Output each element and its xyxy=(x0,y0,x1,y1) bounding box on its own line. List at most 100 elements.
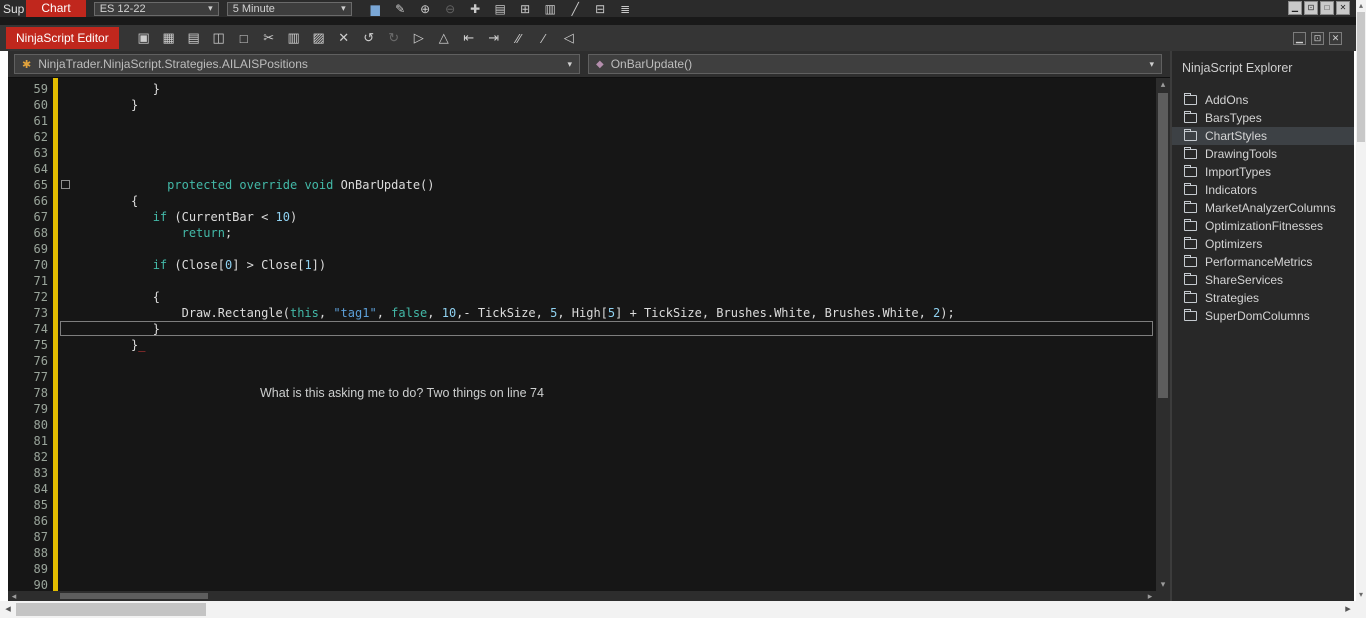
line-number[interactable]: 77 xyxy=(8,369,48,385)
code-line-64[interactable]: 64 xyxy=(8,161,1156,177)
scroll-down-icon[interactable]: ▾ xyxy=(1156,578,1170,591)
editor-minimize-button[interactable]: ▁ xyxy=(1293,31,1306,45)
scroll-up-icon[interactable]: ▴ xyxy=(1356,0,1366,12)
explorer-item-optimizationfitnesses[interactable]: OptimizationFitnesses xyxy=(1172,217,1354,235)
line-number[interactable]: 59 xyxy=(8,81,48,97)
code-line-72[interactable]: 72 { xyxy=(8,289,1156,305)
editor-close-button[interactable]: ✕ xyxy=(1329,31,1342,45)
code-line-76[interactable]: 76 xyxy=(8,353,1156,369)
line-number[interactable]: 66 xyxy=(8,193,48,209)
background-window-tab[interactable]: Sup xyxy=(0,2,26,16)
line-number[interactable]: 72 xyxy=(8,289,48,305)
window-restore-button[interactable]: ⊡ xyxy=(1304,1,1318,15)
code-line-65[interactable]: 65 protected override void OnBarUpdate() xyxy=(8,177,1156,193)
editor-vertical-scrollbar[interactable]: ▴ ▾ xyxy=(1156,78,1170,591)
explorer-item-marketanalyzercolumns[interactable]: MarketAnalyzerColumns xyxy=(1172,199,1354,217)
code-line-75[interactable]: 75 }_ xyxy=(8,337,1156,353)
line-number[interactable]: 75 xyxy=(8,337,48,353)
line-number[interactable]: 74 xyxy=(8,321,48,337)
explorer-item-chartstyles[interactable]: ChartStyles xyxy=(1172,127,1354,145)
save-icon[interactable]: ▣ xyxy=(137,30,151,46)
code-line-66[interactable]: 66 { xyxy=(8,193,1156,209)
comment-icon[interactable]: ∕∕ xyxy=(512,31,526,46)
class-selector-dropdown[interactable]: ✱ NinjaTrader.NinjaScript.Strategies.AIL… xyxy=(14,54,580,74)
compile-icon[interactable]: △ xyxy=(437,30,451,46)
line-number[interactable]: 64 xyxy=(8,161,48,177)
line-number[interactable]: 67 xyxy=(8,209,48,225)
line-number[interactable]: 63 xyxy=(8,145,48,161)
code-line-81[interactable]: 81 xyxy=(8,433,1156,449)
chart-tab[interactable]: Chart xyxy=(26,0,86,17)
cut-icon[interactable]: ✂ xyxy=(262,30,276,46)
save-all-icon[interactable]: ▦ xyxy=(162,30,176,46)
scroll-up-icon[interactable]: ▴ xyxy=(1156,78,1170,91)
code-line-84[interactable]: 84 xyxy=(8,481,1156,497)
window-grid-icon[interactable]: ⊞ xyxy=(518,2,533,16)
crosshair-icon[interactable]: ✚ xyxy=(468,2,483,16)
code-line-79[interactable]: 79 xyxy=(8,401,1156,417)
trendline-icon[interactable]: ╱ xyxy=(568,2,583,16)
chart-bars-icon[interactable]: ▆ xyxy=(368,2,383,16)
code-line-77[interactable]: 77 xyxy=(8,369,1156,385)
line-number[interactable]: 84 xyxy=(8,481,48,497)
explorer-item-barstypes[interactable]: BarsTypes xyxy=(1172,109,1354,127)
indent-icon[interactable]: ⇥ xyxy=(487,30,501,46)
line-number[interactable]: 69 xyxy=(8,241,48,257)
code-line-67[interactable]: 67 if (CurrentBar < 10) xyxy=(8,209,1156,225)
editor-restore-button[interactable]: ⊡ xyxy=(1311,31,1324,45)
uncomment-icon[interactable]: ∕ xyxy=(537,31,551,46)
instrument-dropdown[interactable]: ES 12-22 ▾ xyxy=(93,1,219,16)
paste-icon[interactable]: ▨ xyxy=(312,30,326,46)
undo-icon[interactable]: ↺ xyxy=(362,30,376,46)
line-number[interactable]: 73 xyxy=(8,305,48,321)
print-preview-icon[interactable]: ◫ xyxy=(212,30,226,46)
vertical-scroll-thumb[interactable] xyxy=(1158,93,1168,398)
code-line-69[interactable]: 69 xyxy=(8,241,1156,257)
code-line-90[interactable]: 90 xyxy=(8,577,1156,591)
code-line-59[interactable]: 59 } xyxy=(8,81,1156,97)
line-number[interactable]: 87 xyxy=(8,529,48,545)
scroll-right-icon[interactable]: ▸ xyxy=(1144,591,1156,601)
line-number[interactable]: 71 xyxy=(8,273,48,289)
code-line-80[interactable]: 80 xyxy=(8,417,1156,433)
copy-icon[interactable]: ▥ xyxy=(287,30,301,46)
line-number[interactable]: 81 xyxy=(8,433,48,449)
horizontal-scroll-thumb[interactable] xyxy=(60,593,208,599)
line-number[interactable]: 83 xyxy=(8,465,48,481)
line-number[interactable]: 89 xyxy=(8,561,48,577)
code-line-70[interactable]: 70 if (Close[0] > Close[1]) xyxy=(8,257,1156,273)
code-line-60[interactable]: 60 } xyxy=(8,97,1156,113)
code-line-89[interactable]: 89 xyxy=(8,561,1156,577)
explorer-item-superdomcolumns[interactable]: SuperDomColumns xyxy=(1172,307,1354,325)
list-icon[interactable]: ≣ xyxy=(618,2,633,16)
code-line-63[interactable]: 63 xyxy=(8,145,1156,161)
line-number[interactable]: 60 xyxy=(8,97,48,113)
page-horizontal-scroll-thumb[interactable] xyxy=(16,603,206,616)
export-icon[interactable]: ▷ xyxy=(412,30,426,46)
code-line-62[interactable]: 62 xyxy=(8,129,1156,145)
fold-marker[interactable] xyxy=(61,180,70,189)
scroll-left-icon[interactable]: ◂ xyxy=(8,591,20,601)
explorer-item-performancemetrics[interactable]: PerformanceMetrics xyxy=(1172,253,1354,271)
line-number[interactable]: 62 xyxy=(8,129,48,145)
delete-icon[interactable]: ✕ xyxy=(337,30,351,46)
code-line-88[interactable]: 88 xyxy=(8,545,1156,561)
window-close-button[interactable]: ✕ xyxy=(1336,1,1350,15)
window-minimize-button[interactable]: ▁ xyxy=(1288,1,1302,15)
line-number[interactable]: 86 xyxy=(8,513,48,529)
code-line-71[interactable]: 71 xyxy=(8,273,1156,289)
interval-dropdown[interactable]: 5 Minute ▾ xyxy=(226,1,352,16)
pencil-icon[interactable]: ✎ xyxy=(393,2,408,16)
code-line-82[interactable]: 82 xyxy=(8,449,1156,465)
window-maximize-button[interactable]: □ xyxy=(1320,1,1334,15)
code-line-61[interactable]: 61 xyxy=(8,113,1156,129)
explorer-item-indicators[interactable]: Indicators xyxy=(1172,181,1354,199)
code-line-73[interactable]: 73 Draw.Rectangle(this, "tag1", false, 1… xyxy=(8,305,1156,321)
method-selector-dropdown[interactable]: ◆ OnBarUpdate() ▾ xyxy=(588,54,1162,74)
line-number[interactable]: 79 xyxy=(8,401,48,417)
explorer-item-shareservices[interactable]: ShareServices xyxy=(1172,271,1354,289)
scroll-right-icon[interactable]: ▸ xyxy=(1340,601,1356,618)
scroll-down-icon[interactable]: ▾ xyxy=(1356,589,1366,601)
code-line-68[interactable]: 68 return; xyxy=(8,225,1156,241)
code-line-78[interactable]: 78 What is this asking me to do? Two thin… xyxy=(8,385,1156,401)
